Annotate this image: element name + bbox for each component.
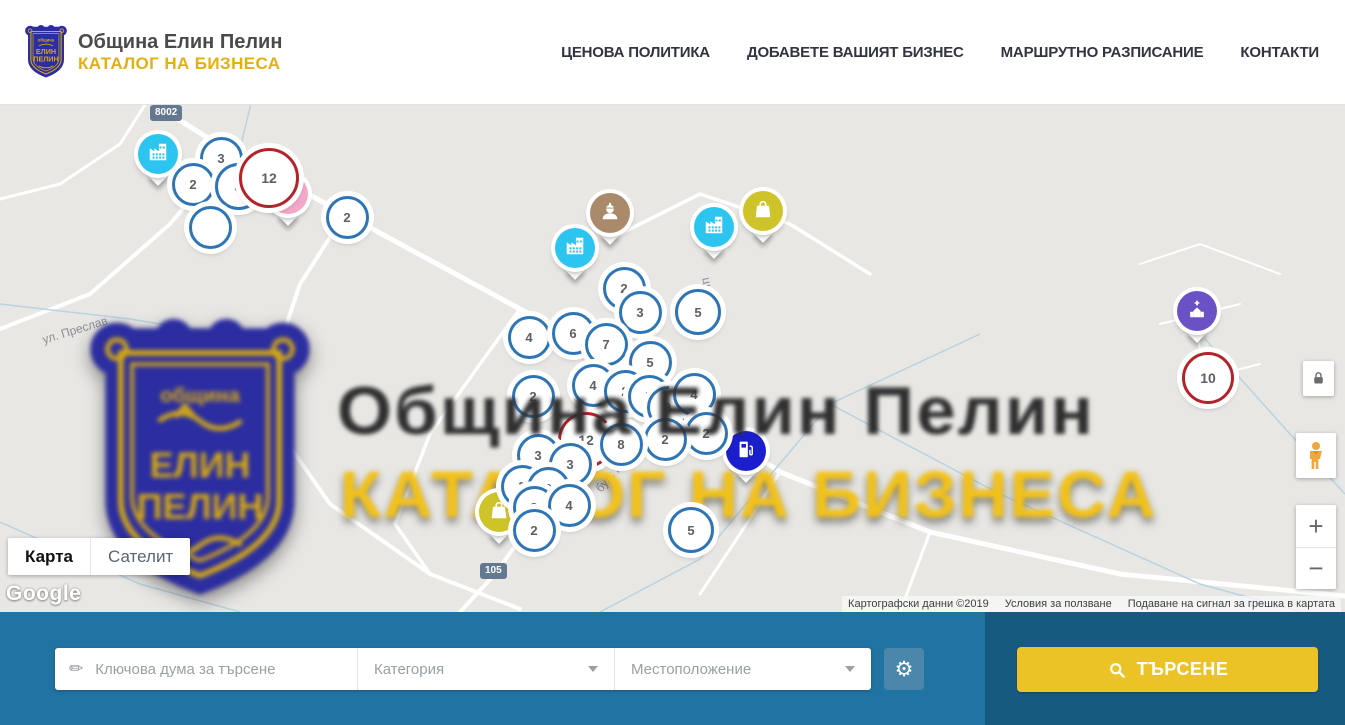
gear-icon: ⚙	[895, 659, 914, 680]
markers-layer: 3251222354675242784221283338342510	[0, 104, 1345, 612]
pin-marker-worker[interactable]	[590, 193, 630, 233]
keyword-input[interactable]	[93, 649, 357, 689]
logo-title: Община Елин Пелин	[78, 31, 282, 54]
location-select[interactable]: Местоположение	[614, 648, 871, 690]
cluster-marker[interactable]: 5	[668, 507, 714, 553]
cluster-marker[interactable]: 3	[619, 291, 662, 334]
cluster-marker[interactable]: 2	[172, 163, 215, 206]
map-type-map-button[interactable]: Карта	[8, 538, 90, 575]
church-icon	[1186, 298, 1208, 325]
nav-item-add-your-business[interactable]: ДОБАВЕТЕ ВАШИЯТ БИЗНЕС	[747, 44, 964, 61]
cluster-marker[interactable]: 2	[512, 375, 555, 418]
cluster-marker[interactable]: 4	[548, 484, 591, 527]
keyword-field: ✏	[55, 648, 357, 690]
zoom-control: + −	[1296, 505, 1336, 589]
pin-marker-factory[interactable]	[555, 228, 595, 268]
pencil-icon: ✏	[69, 659, 83, 679]
cluster-marker[interactable]: 4	[673, 373, 716, 416]
search-button-label: ТЪРСЕНЕ	[1137, 659, 1229, 680]
attribution-link[interactable]: Условия за ползване	[1005, 598, 1112, 610]
shopping-bag-icon	[752, 198, 774, 225]
nav-item-pricing-policy[interactable]: ЦЕНОВА ПОЛИТИКА	[561, 44, 710, 61]
main-nav: ЦЕНОВА ПОЛИТИКА ДОБАВЕТЕ ВАШИЯТ БИЗНЕС МАР…	[561, 44, 1319, 61]
advanced-search-button[interactable]: ⚙	[884, 648, 924, 690]
pegman-button[interactable]	[1296, 433, 1336, 478]
cluster-marker[interactable]: 12	[239, 148, 299, 208]
search-fields: ✏ Категория Местоположение	[55, 648, 871, 690]
zoom-in-button[interactable]: +	[1296, 505, 1336, 548]
cluster-marker[interactable]: 10	[1182, 352, 1234, 404]
cluster-marker[interactable]: 8	[600, 423, 643, 466]
svg-text:ПЕЛИН: ПЕЛИН	[33, 55, 58, 64]
municipality-crest-icon: община ЕЛИН ПЕЛИН	[24, 25, 68, 79]
attribution-text: Картографски данни ©2019	[848, 598, 989, 610]
page: община ЕЛИН ПЕЛИН Община Елин Пелин КАТА…	[0, 0, 1345, 725]
cluster-marker[interactable]: 2	[644, 418, 687, 461]
map-type-control: Карта Сателит	[8, 538, 190, 575]
cluster-marker[interactable]: 2	[513, 509, 556, 552]
nav-item-route-schedule[interactable]: МАРШРУТНО РАЗПИСАНИЕ	[1001, 44, 1204, 61]
google-logo[interactable]: Google	[6, 582, 81, 606]
factory-icon	[147, 141, 169, 168]
factory-icon	[564, 235, 586, 262]
search-bar: ✏ Категория Местоположение ⚙ ТЪРСЕНЕ	[0, 612, 1345, 725]
cluster-marker[interactable]	[189, 206, 232, 249]
chevron-down-icon	[845, 666, 855, 672]
location-select-label: Местоположение	[631, 661, 845, 678]
cluster-marker[interactable]: 2	[685, 412, 728, 455]
pin-marker-factory[interactable]	[138, 134, 178, 174]
nav-item-contacts[interactable]: КОНТАКТИ	[1240, 44, 1319, 61]
street-view-lock-button[interactable]	[1303, 361, 1334, 396]
pin-marker-factory[interactable]	[694, 207, 734, 247]
attribution-link[interactable]: Подаване на сигнал за грешка в картата	[1128, 598, 1335, 610]
cluster-marker[interactable]: 7	[585, 323, 628, 366]
chevron-down-icon	[588, 666, 598, 672]
cluster-marker[interactable]: 5	[675, 289, 721, 335]
category-select[interactable]: Категория	[357, 648, 614, 690]
factory-icon	[703, 214, 725, 241]
logo-text: Община Елин Пелин КАТАЛОГ НА БИЗНЕСА	[78, 31, 282, 74]
worker-icon	[599, 200, 621, 227]
search-button[interactable]: ТЪРСЕНЕ	[1017, 647, 1318, 692]
category-select-label: Категория	[374, 661, 588, 678]
pin-marker-fuel[interactable]	[726, 431, 766, 471]
cluster-marker[interactable]: 2	[326, 196, 369, 239]
pin-marker-church[interactable]	[1177, 291, 1217, 331]
pegman-icon	[1304, 441, 1328, 471]
site-logo[interactable]: община ЕЛИН ПЕЛИН Община Елин Пелин КАТА…	[24, 25, 282, 79]
fuel-icon	[735, 438, 757, 465]
cluster-marker[interactable]: 4	[508, 316, 551, 359]
lock-icon	[1310, 369, 1327, 388]
pin-marker-shopping-bag[interactable]	[743, 191, 783, 231]
map-type-satellite-button[interactable]: Сателит	[90, 538, 190, 575]
svg-text:община: община	[38, 38, 55, 43]
header: община ЕЛИН ПЕЛИН Община Елин Пелин КАТА…	[0, 0, 1345, 105]
map-attribution: Картографски данни ©2019 Условия за ползв…	[842, 596, 1341, 612]
search-icon	[1107, 660, 1127, 680]
zoom-out-button[interactable]: −	[1296, 548, 1336, 590]
shopping-bag-icon	[488, 499, 510, 526]
google-map[interactable]: община ЕЛИН ПЕЛИН КАТАЛОГ НА БИЗНЕСА Общ…	[0, 104, 1345, 612]
logo-subtitle: КАТАЛОГ НА БИЗНЕСА	[78, 54, 282, 74]
